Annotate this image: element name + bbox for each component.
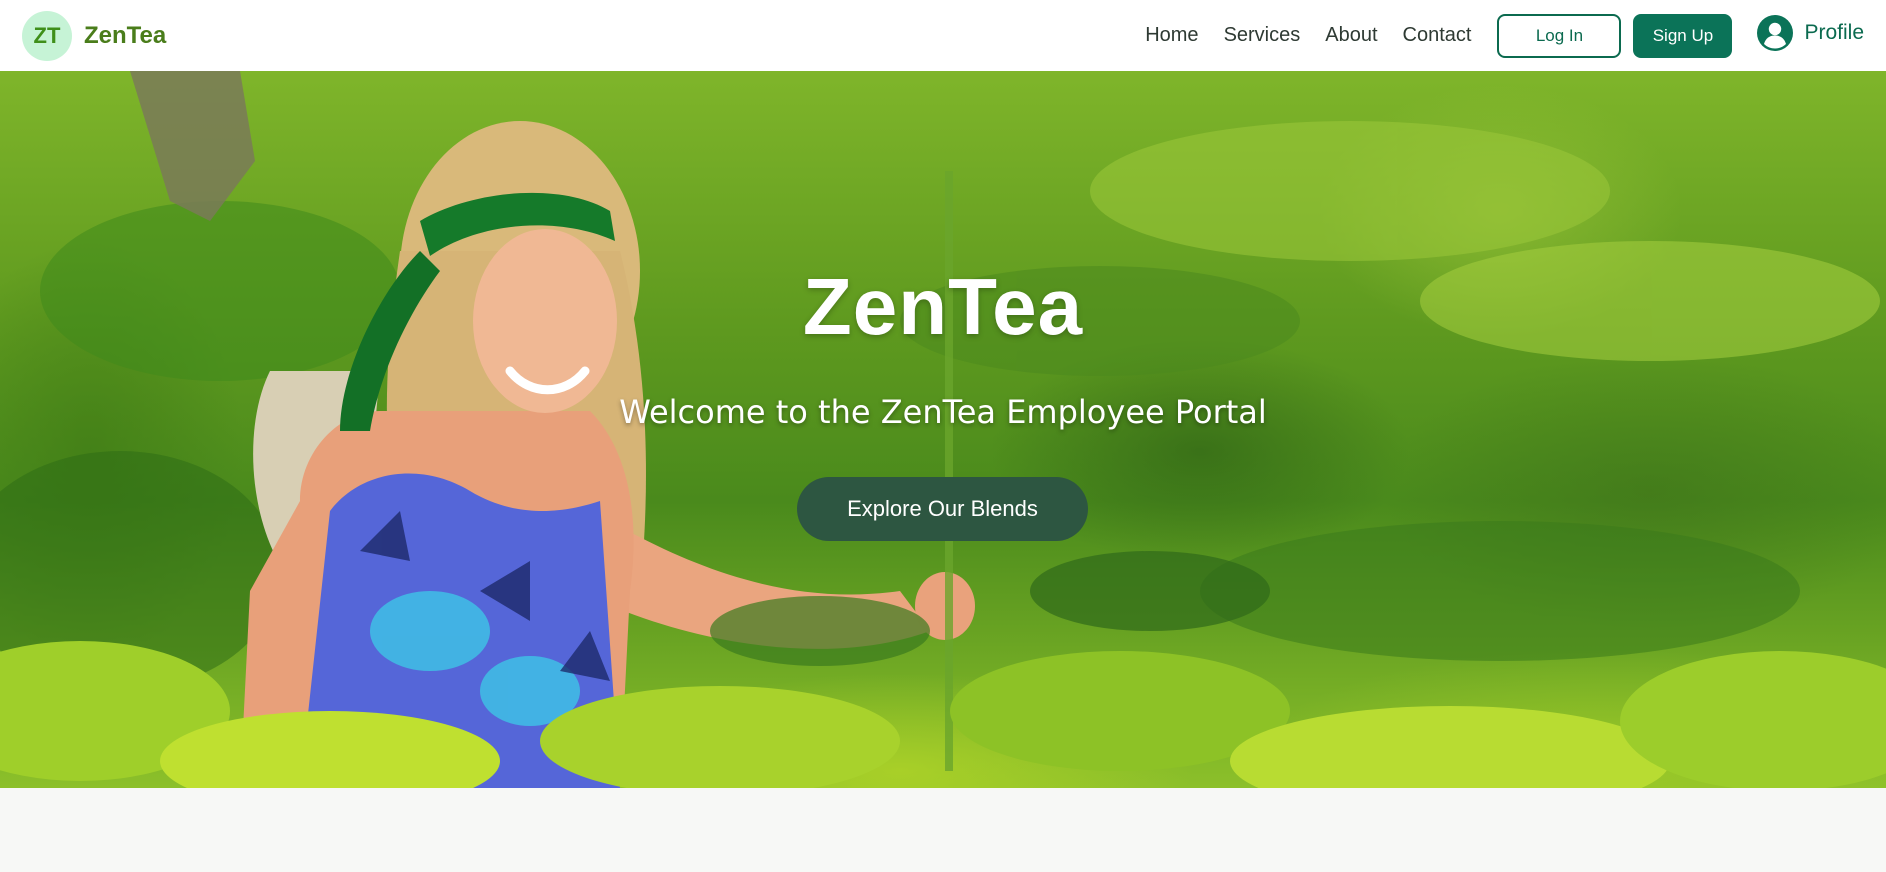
nav-about[interactable]: About: [1325, 24, 1377, 47]
profile-label: Profile: [1804, 20, 1864, 44]
main-nav: Home Services About Contact Log In Sign …: [1145, 13, 1864, 58]
nav-services[interactable]: Services: [1224, 24, 1301, 47]
user-circle-icon: [1757, 14, 1794, 51]
login-button[interactable]: Log In: [1497, 13, 1622, 58]
site-header: ZT ZenTea Home Services About Contact Lo…: [0, 0, 1886, 71]
logo-badge[interactable]: ZT: [22, 10, 72, 61]
nav-contact[interactable]: Contact: [1403, 24, 1472, 47]
content-area: [0, 788, 1886, 872]
hero-section: ZenTea Welcome to the ZenTea Employee Po…: [0, 71, 1886, 788]
hero-subtitle: Welcome to the ZenTea Employee Portal: [619, 393, 1267, 431]
brand-name[interactable]: ZenTea: [84, 22, 166, 50]
profile-link[interactable]: Profile: [1757, 14, 1864, 51]
signup-button[interactable]: Sign Up: [1633, 13, 1733, 58]
hero-title: ZenTea: [802, 262, 1084, 351]
explore-blends-button[interactable]: Explore Our Blends: [797, 477, 1088, 541]
nav-home[interactable]: Home: [1145, 24, 1198, 47]
